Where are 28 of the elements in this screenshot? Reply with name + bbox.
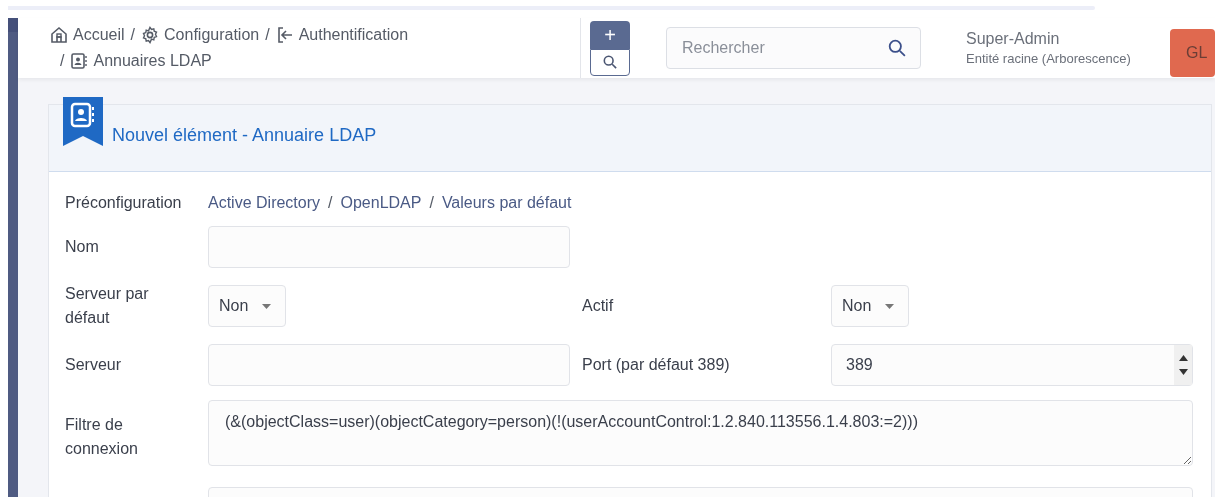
search-field[interactable]: Rechercher [666,27,921,69]
add-button[interactable]: + [590,20,630,49]
preset-link[interactable]: Active Directory [208,191,321,215]
dropdown[interactable]: Non [208,285,286,327]
entity-name[interactable]: Entité racine (Arborescence) [966,50,1131,68]
user-name[interactable]: Super-Admin [966,28,1131,50]
breadcrumb-link[interactable]: Accueil [50,24,125,46]
field-label: Actif [582,296,615,316]
breadcrumb-link[interactable]: Configuration [141,24,260,46]
breadcrumb-separator: / [60,51,65,71]
field-label: Nom [65,237,100,257]
text-area[interactable]: (&(objectClass=user)(objectCategory=person)(!(userAccountControl:1.2.840.113556.1.4.803:=2))) [208,400,1193,466]
number-field[interactable]: 389 [831,344,1193,386]
link-separator: / [429,193,434,213]
field-label: Serveur par défaut [65,284,150,328]
preset-link[interactable]: Valeurs par défaut [441,191,572,215]
dropdown[interactable]: Non [831,285,909,327]
card-title: Nouvel élément - Annuaire LDAP [112,124,377,147]
field-label: Filtre de connexion [65,414,139,459]
field-label: Serveur [65,355,123,375]
field-label: Préconfiguration [65,193,183,213]
link-separator: / [328,193,333,213]
preset-link[interactable]: OpenLDAP [340,191,422,215]
breadcrumb-link[interactable]: Annuaires LDAP [70,50,212,72]
field-label: Port (par défaut 389) [582,355,731,375]
breadcrumb-separator: / [265,25,270,45]
breadcrumb-separator: / [130,25,136,45]
breadcrumb-link[interactable]: Authentification [275,24,409,46]
